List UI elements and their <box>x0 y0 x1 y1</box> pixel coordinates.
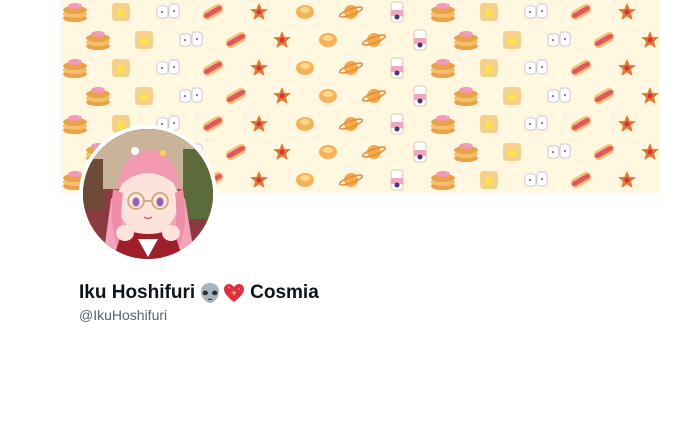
pancake-icon <box>63 115 87 134</box>
pancake-icon <box>431 115 455 134</box>
star-cookie-icon <box>641 143 659 160</box>
planet-icon <box>338 117 364 131</box>
hotdog-icon <box>570 60 592 76</box>
toast-icon <box>112 3 130 21</box>
cream-puff-icon <box>319 33 337 47</box>
avatar[interactable] <box>83 129 213 259</box>
star-cookie-icon <box>618 59 636 76</box>
hotdog-icon <box>202 60 224 76</box>
pancake-icon <box>454 87 478 106</box>
alien-icon <box>199 282 221 304</box>
pancake-icon <box>86 31 110 50</box>
star-cookie-icon <box>250 59 268 76</box>
toast-icon <box>503 31 521 49</box>
hotdog-icon <box>225 88 247 104</box>
planet-icon <box>338 5 364 19</box>
milk-bottle-icon <box>413 141 427 163</box>
hotdog-icon <box>225 32 247 48</box>
cream-puff-icon <box>296 61 314 75</box>
pancake-icon <box>63 59 87 78</box>
star-cookie-icon <box>641 31 659 48</box>
display-name-first: Iku Hoshifuri <box>79 282 196 303</box>
toast-icon <box>480 59 498 77</box>
planet-icon <box>338 173 364 187</box>
star-cookie-icon <box>273 31 291 48</box>
pancake-icon <box>431 3 455 22</box>
milk-bottle-icon <box>390 57 404 79</box>
cat-mug-icon <box>524 3 548 19</box>
star-cookie-icon <box>250 3 268 20</box>
cat-mug-icon <box>547 87 571 103</box>
planet-icon <box>338 61 364 75</box>
cat-mug-icon <box>156 59 180 75</box>
milk-bottle-icon <box>413 29 427 51</box>
pancake-icon <box>63 3 87 22</box>
milk-bottle-icon <box>390 1 404 23</box>
star-cookie-icon <box>250 115 268 132</box>
pancake-icon <box>454 143 478 162</box>
cream-puff-icon <box>296 5 314 19</box>
hotdog-icon <box>202 4 224 20</box>
display-name: Iku Hoshifuri Cosmia <box>79 280 319 306</box>
toast-icon <box>480 3 498 21</box>
pancake-icon <box>454 31 478 50</box>
hotdog-icon <box>593 88 615 104</box>
star-cookie-icon <box>618 115 636 132</box>
planet-icon <box>361 33 387 47</box>
sparkling-heart-icon <box>223 282 245 304</box>
toast-icon <box>503 87 521 105</box>
toast-icon <box>135 87 153 105</box>
milk-bottle-icon <box>413 85 427 107</box>
profile-page: Iku Hoshifuri Cosmia @IkuHoshifuri <box>0 0 687 425</box>
cat-mug-icon <box>524 171 548 187</box>
cat-mug-icon <box>179 31 203 47</box>
milk-bottle-icon <box>390 169 404 191</box>
pancake-icon <box>431 59 455 78</box>
hotdog-icon <box>570 4 592 20</box>
cat-mug-icon <box>524 59 548 75</box>
planet-icon <box>361 145 387 159</box>
toast-icon <box>503 143 521 161</box>
star-cookie-icon <box>273 87 291 104</box>
cream-puff-icon <box>296 117 314 131</box>
star-cookie-icon <box>250 171 268 188</box>
cat-mug-icon <box>179 87 203 103</box>
hotdog-icon <box>570 116 592 132</box>
cat-mug-icon <box>156 3 180 19</box>
toast-icon <box>112 59 130 77</box>
milk-bottle-icon <box>390 113 404 135</box>
planet-icon <box>361 89 387 103</box>
pancake-icon <box>431 171 455 190</box>
star-cookie-icon <box>618 171 636 188</box>
profile-handle[interactable]: @IkuHoshifuri <box>79 307 167 323</box>
pancake-icon <box>86 87 110 106</box>
hotdog-icon <box>225 144 247 160</box>
cream-puff-icon <box>319 89 337 103</box>
star-cookie-icon <box>618 3 636 20</box>
cat-mug-icon <box>547 31 571 47</box>
toast-icon <box>480 115 498 133</box>
star-cookie-icon <box>641 87 659 104</box>
hotdog-icon <box>593 144 615 160</box>
display-name-last: Cosmia <box>250 282 319 303</box>
cream-puff-icon <box>296 173 314 187</box>
hotdog-icon <box>202 116 224 132</box>
star-cookie-icon <box>273 143 291 160</box>
hotdog-icon <box>593 32 615 48</box>
vtuber-avatar-icon <box>83 129 213 259</box>
toast-icon <box>480 171 498 189</box>
cream-puff-icon <box>319 145 337 159</box>
hotdog-icon <box>570 172 592 188</box>
cat-mug-icon <box>547 143 571 159</box>
cat-mug-icon <box>524 115 548 131</box>
toast-icon <box>135 31 153 49</box>
